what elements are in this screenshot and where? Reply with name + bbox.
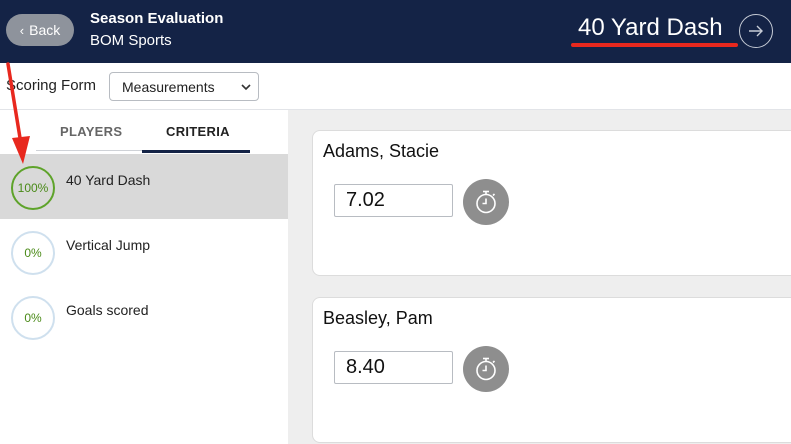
stopwatch-icon	[476, 190, 496, 214]
player-card: Adams, Stacie 7.02	[312, 130, 791, 276]
progress-circle: 100%	[11, 166, 55, 210]
criterion-item[interactable]: 0% Vertical Jump	[0, 219, 288, 284]
current-criterion-title: 40 Yard Dash	[578, 14, 723, 41]
next-criterion-button[interactable]	[739, 14, 773, 48]
score-input[interactable]: 8.40	[334, 351, 453, 384]
annotation-underline	[571, 43, 738, 47]
timer-button[interactable]	[463, 179, 509, 225]
player-name: Adams, Stacie	[323, 141, 440, 161]
criteria-panel: PLAYERS CRITERIA 100% 40 Yard Dash 0% Ve…	[0, 110, 288, 444]
criterion-name: Goals scored	[66, 302, 149, 318]
tab-active-indicator	[142, 150, 250, 153]
criterion-item[interactable]: 100% 40 Yard Dash	[0, 154, 288, 219]
progress-circle: 0%	[11, 296, 55, 340]
timer-button[interactable]	[463, 346, 509, 392]
tab-criteria[interactable]: CRITERIA	[166, 124, 230, 139]
back-button-label: Back	[29, 22, 61, 38]
criterion-name: 40 Yard Dash	[66, 172, 151, 188]
progress-circle: 0%	[11, 231, 55, 275]
scoring-area: Adams, Stacie 7.02 Beasley, Pam 8.40	[288, 110, 791, 444]
organization-name: BOM Sports	[90, 32, 172, 49]
back-button[interactable]: ‹ Back	[6, 14, 74, 46]
annotation-arrow	[6, 62, 30, 164]
scoring-form-select[interactable]: Measurements	[109, 72, 259, 101]
criterion-item[interactable]: 0% Goals scored	[0, 284, 288, 349]
player-card: Beasley, Pam 8.40	[312, 297, 791, 443]
page-title: Season Evaluation	[90, 10, 224, 27]
arrow-right-icon	[749, 25, 763, 37]
chevron-down-icon	[241, 84, 251, 91]
player-name: Beasley, Pam	[323, 308, 433, 328]
tab-players[interactable]: PLAYERS	[60, 124, 122, 139]
score-input[interactable]: 7.02	[334, 184, 453, 217]
criterion-name: Vertical Jump	[66, 237, 151, 253]
chevron-left-icon: ‹	[19, 22, 25, 38]
scoring-form-selected-value: Measurements	[122, 78, 215, 95]
app-header: ‹ Back Season Evaluation BOM Sports 40 Y…	[0, 0, 791, 63]
stopwatch-icon	[476, 357, 496, 381]
